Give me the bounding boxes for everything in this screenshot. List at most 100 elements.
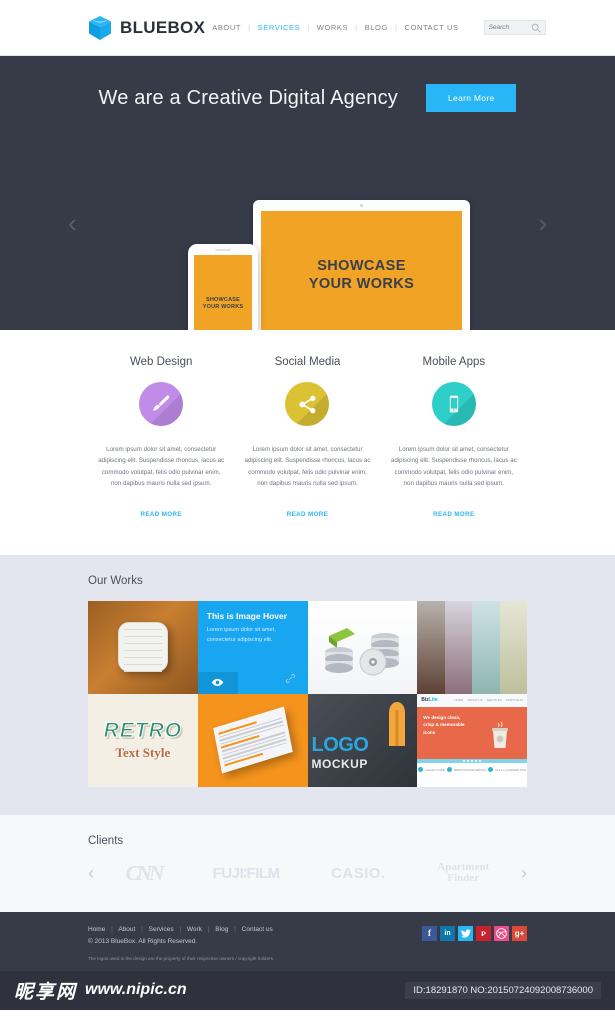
work-tile-strips[interactable] [417,600,527,694]
coffee-cup-icon [489,720,511,755]
client-logo-list: CNN FUJI∶FILM CASIO. Apartment Finder [94,861,521,886]
laptop-screen-line2: YOUR WORKS [308,276,415,292]
work-tile-retro[interactable]: RETRO Text Style [88,693,198,787]
googleplus-icon[interactable]: g+ [512,925,527,941]
hero-slider: We are a Creative Digital Agency Learn M… [0,56,615,330]
search-input[interactable] [488,24,533,31]
footer-left: Home | About | Services | Work | Blog | … [88,926,273,945]
hero-header: We are a Creative Digital Agency Learn M… [0,56,615,112]
laptop-camera-icon [360,204,363,207]
site-header: BLUEBOX ABOUT | SERVICES | WORKS | BLOG … [0,0,615,56]
footer-separator: | [141,925,143,933]
hover-heading: This is Image Hover [206,610,288,621]
pinterest-icon[interactable]: ᴘ [476,925,491,941]
link-icon[interactable] [285,671,296,689]
site-headline: We design clean, crisp & memorable icons [423,714,465,736]
read-more-link[interactable]: READ MORE [433,511,474,518]
footer-link-contact-us[interactable]: Contact us [242,926,273,933]
site-nav-item: ABOUT US [467,698,483,703]
site-feature: CLEAN CODE [418,767,445,773]
page-root: BLUEBOX ABOUT | SERVICES | WORKS | BLOG … [0,0,615,1024]
device-mockups: SHOWCASE YOUR WORKS SHOWCASE YOUR WORKS [0,184,615,330]
site-footer: Home | About | Services | Work | Blog | … [0,911,615,971]
works-section: Our Works This is Image Hover Lorem ipsu… [0,554,615,815]
client-logo-apartment-finder: Apartment Finder [437,860,490,885]
work-tile-servers[interactable] [307,600,418,694]
main-nav: ABOUT | SERVICES | WORKS | BLOG | CONTAC… [205,20,546,35]
footer-link-services[interactable]: Services [149,926,174,933]
footer-link-blog[interactable]: Blog [215,926,228,933]
brand-logo[interactable]: BLUEBOX [88,15,205,41]
logo-mockup-text: LOGO MOCKUP [312,734,369,771]
service-title: Mobile Apps [422,356,486,368]
dribbble-icon[interactable] [494,925,509,941]
service-body: Lorem ipsum dolor sit amet, consectetur … [98,446,225,488]
service-card-social-media: Social Media Lorem ipsum dolor sit amet,… [234,356,380,521]
read-more-link[interactable]: READ MORE [140,511,181,518]
footer-separator: | [207,925,210,933]
footer-link-home[interactable]: Home [88,926,105,933]
laptop-screen-line1: SHOWCASE [317,258,406,274]
service-title: Web Design [129,356,193,368]
hero-title: We are a Creative Digital Agency [98,86,399,109]
work-tile-logo-mockup[interactable]: LOGO MOCKUP [307,693,418,787]
notes-app-icon [117,622,168,673]
phone-speaker-icon [215,249,231,251]
read-more-link[interactable]: READ MORE [287,511,328,518]
service-body: Lorem ipsum dolor sit amet, consectetur … [244,446,371,488]
site-hero: We design clean, crisp & memorable icons [417,706,527,759]
footer-separator: | [179,925,182,933]
social-links: f in ᴘ g+ [422,925,527,941]
phone-screen: SHOWCASE YOUR WORKS [194,255,252,330]
nav-item-contact-us[interactable]: CONTACT US [398,23,466,32]
twitter-icon[interactable] [458,925,473,941]
learn-more-button[interactable]: Learn More [426,84,517,112]
site-nav: HOME ABOUT US SERVICES PORTFOLIO [454,698,523,702]
service-title: Social Media [274,356,341,368]
nav-item-services[interactable]: SERVICES [251,23,308,32]
clients-title: Clients [88,834,124,847]
nav-item-about[interactable]: ABOUT [205,23,248,32]
disclaimer-text: The logos used in the design are the pro… [88,955,275,961]
client-logo-cnn: CNN [125,860,164,885]
site-nav-item: SERVICES [486,698,502,703]
logo-line2: MOCKUP [311,756,368,771]
share-icon [285,382,330,426]
footer-main-row: Home | About | Services | Work | Blog | … [88,925,527,945]
search-box[interactable] [483,20,546,35]
service-card-web-design: Web Design Lorem ipsum dolor sit amet, c… [88,356,234,521]
clients-carousel: ‹ CNN FUJI∶FILM CASIO. Apartment Finder … [88,861,527,886]
mobile-icon [431,382,476,426]
clients-section: Clients ‹ CNN FUJI∶FILM CASIO. Apartment… [0,814,615,912]
flyer-mockup [212,706,293,774]
work-tile-notes[interactable] [88,600,198,694]
work-tile-flyer[interactable] [197,693,308,787]
nav-item-blog[interactable]: BLOG [358,23,395,32]
laptop-mockup: SHOWCASE YOUR WORKS [253,200,470,330]
works-title: Our Works [88,574,143,587]
footer-link-about[interactable]: About [118,926,135,933]
phone-screen-line1: SHOWCASE [206,297,240,303]
watermark-url: www.nipic.cn [85,981,187,999]
eye-icon[interactable] [197,671,238,694]
chevron-right-icon[interactable]: › [521,863,527,884]
work-tile-hover[interactable]: This is Image Hover Lorem ipsum dolor si… [197,600,308,694]
pencil-icon [387,700,407,761]
footer-link-work[interactable]: Work [187,926,202,933]
watermark-logo-text: 昵享网 [14,980,78,1003]
watermark-bar: 昵享网 www.nipic.cn ID:18291870 NO:20150724… [0,970,615,1010]
client-logo-fujifilm: FUJI∶FILM [212,865,280,883]
works-grid: This is Image Hover Lorem ipsum dolor si… [88,600,527,787]
search-icon[interactable] [531,23,541,35]
facebook-icon[interactable]: f [422,925,437,941]
watermark-id: ID:18291870 NO:20150724092008736000 [405,981,601,999]
cube-icon [88,15,112,41]
nav-item-works[interactable]: WORKS [310,23,355,32]
site-nav-item: HOME [454,698,464,703]
site-header-bar: BizLite HOME ABOUT US SERVICES PORTFOLIO [417,693,527,707]
linkedin-icon[interactable]: in [440,925,455,941]
service-body: Lorem ipsum dolor sit amet, consectetur … [390,446,517,488]
site-feature: FULLY LAYERED PSD [488,767,526,773]
retro-line2: Text Style [115,745,171,761]
work-tile-website[interactable]: BizLite HOME ABOUT US SERVICES PORTFOLIO… [417,693,527,787]
